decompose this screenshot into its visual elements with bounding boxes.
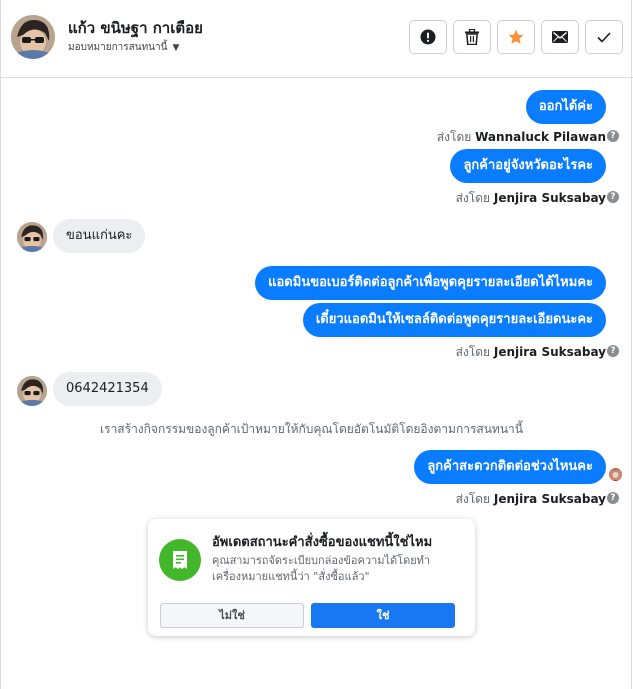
envelope-icon bbox=[552, 31, 568, 43]
exclamation-icon bbox=[420, 29, 436, 45]
check-icon bbox=[597, 31, 611, 43]
message-outgoing[interactable]: ออกได้ค่ะ bbox=[525, 90, 606, 124]
delete-button[interactable] bbox=[453, 20, 491, 54]
card-description: คุณสามารถจัดระเบียบกล่องข้อความได้โดยทำเ… bbox=[212, 554, 431, 583]
avatar-photo-icon bbox=[11, 15, 55, 59]
sender-name: Jenjira Suksabay bbox=[493, 345, 606, 359]
avatar-photo-icon bbox=[17, 376, 47, 406]
mark-done-button[interactable] bbox=[585, 20, 623, 54]
right-border bbox=[631, 0, 632, 689]
sent-by-label: ส่งโดย Wannaluck Pilawan bbox=[437, 128, 606, 147]
yes-button[interactable]: ใช่ bbox=[311, 603, 455, 628]
order-status-prompt-card: อัพเดตสถานะคำสั่งซื้อของแชทนี้ใช่ไหม คุณ… bbox=[148, 519, 475, 636]
receipt-icon bbox=[159, 539, 201, 581]
sender-name: Jenjira Suksabay bbox=[493, 191, 606, 205]
card-title: อัพเดตสถานะคำสั่งซื้อของแชทนี้ใช่ไหม bbox=[212, 535, 433, 550]
message-incoming[interactable]: 0642421354 bbox=[53, 372, 162, 406]
message-outgoing[interactable]: แอดมินขอเบอร์ติดต่อลูกค้าเพื่อพูดคุยรายล… bbox=[255, 266, 606, 300]
header-actions bbox=[409, 20, 623, 54]
report-button[interactable] bbox=[409, 20, 447, 54]
seen-avatar bbox=[609, 468, 622, 481]
system-notice: เราสร้างกิจกรรมของลูกค้าเป้าหมายให้กับคุ… bbox=[100, 422, 523, 436]
message-outgoing[interactable]: เดี๋ยวแอดมินให้เซลล์ติดต่อพูดคุยรายละเอี… bbox=[302, 303, 606, 337]
question-icon[interactable]: ? bbox=[607, 130, 619, 142]
star-icon bbox=[508, 29, 524, 44]
question-icon[interactable]: ? bbox=[607, 345, 619, 357]
sent-by-label: ส่งโดย Jenjira Suksabay bbox=[456, 189, 606, 208]
trash-icon bbox=[465, 29, 479, 45]
question-icon[interactable]: ? bbox=[607, 191, 619, 203]
message-outgoing[interactable]: ลูกค้าสะดวกติดต่อช่วงไหนคะ bbox=[414, 450, 606, 484]
sent-by-label: ส่งโดย Jenjira Suksabay bbox=[456, 343, 606, 362]
left-border bbox=[0, 0, 1, 689]
question-icon[interactable]: ? bbox=[607, 492, 619, 504]
message-incoming[interactable]: ขอนแก่นคะ bbox=[53, 219, 146, 253]
avatar[interactable] bbox=[17, 222, 47, 252]
sender-name: Jenjira Suksabay bbox=[493, 492, 606, 506]
avatar-photo-icon bbox=[17, 222, 47, 252]
star-button[interactable] bbox=[497, 20, 535, 54]
sent-by-prefix: ส่งโดย bbox=[455, 345, 491, 359]
assign-conversation-dropdown[interactable]: มอบหมายการสนทนานี้ ▼ bbox=[68, 40, 179, 55]
no-button[interactable]: ไม่ใช่ bbox=[160, 603, 304, 628]
sent-by-label: ส่งโดย Jenjira Suksabay bbox=[456, 490, 606, 509]
sent-by-prefix: ส่งโดย bbox=[455, 191, 491, 205]
sender-name: Wannaluck Pilawan bbox=[475, 130, 606, 144]
contact-name[interactable]: แก้ว ขนิษฐา กาเตือย bbox=[68, 16, 203, 40]
sent-by-prefix: ส่งโดย bbox=[436, 130, 472, 144]
sent-by-prefix: ส่งโดย bbox=[455, 492, 491, 506]
chevron-down-icon: ▼ bbox=[172, 42, 180, 53]
mark-unread-button[interactable] bbox=[541, 20, 579, 54]
avatar[interactable] bbox=[17, 376, 47, 406]
conversation-header: แก้ว ขนิษฐา กาเตือย มอบหมายการสนทนานี้ ▼ bbox=[0, 0, 633, 78]
seen-avatar-icon bbox=[609, 470, 622, 481]
avatar[interactable] bbox=[11, 15, 55, 59]
assign-label: มอบหมายการสนทนานี้ bbox=[68, 42, 168, 53]
message-outgoing[interactable]: ลูกค้าอยู่จังหวัดอะไรคะ bbox=[450, 149, 606, 183]
